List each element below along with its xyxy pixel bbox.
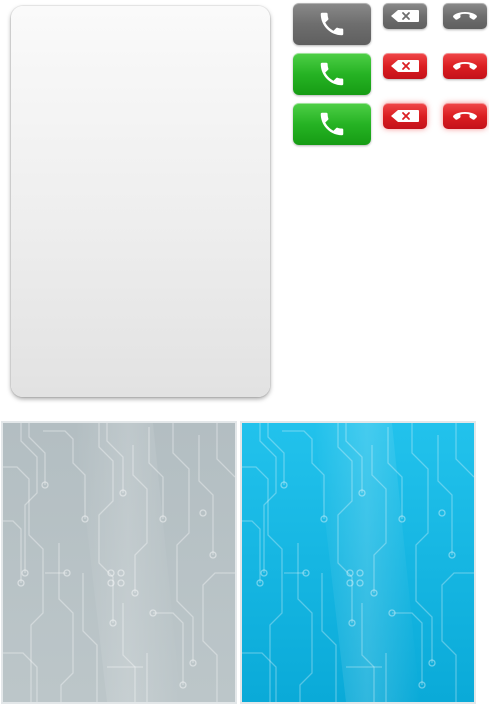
hang-up-icon [453,112,477,120]
circuit-background-gray [1,421,237,704]
backspace-icon [391,10,419,22]
call-button-active[interactable] [293,53,371,95]
phone-icon [320,12,344,36]
hangup-button-pressed[interactable] [443,103,487,129]
delete-button-active[interactable] [383,53,427,79]
hang-up-icon [453,12,477,20]
dialer-card-background [11,6,270,397]
backspace-icon [391,60,419,72]
phone-icon [320,62,344,86]
sprite-sheet [0,0,489,705]
call-button-default[interactable] [293,3,371,45]
hangup-button-default[interactable] [443,3,487,29]
delete-button-pressed[interactable] [383,103,427,129]
hang-up-icon [453,62,477,70]
hangup-button-active[interactable] [443,53,487,79]
call-button-pressed[interactable] [293,103,371,145]
backspace-icon [391,110,419,122]
phone-icon [320,112,344,136]
circuit-background-blue [240,421,476,704]
delete-button-default[interactable] [383,3,427,29]
